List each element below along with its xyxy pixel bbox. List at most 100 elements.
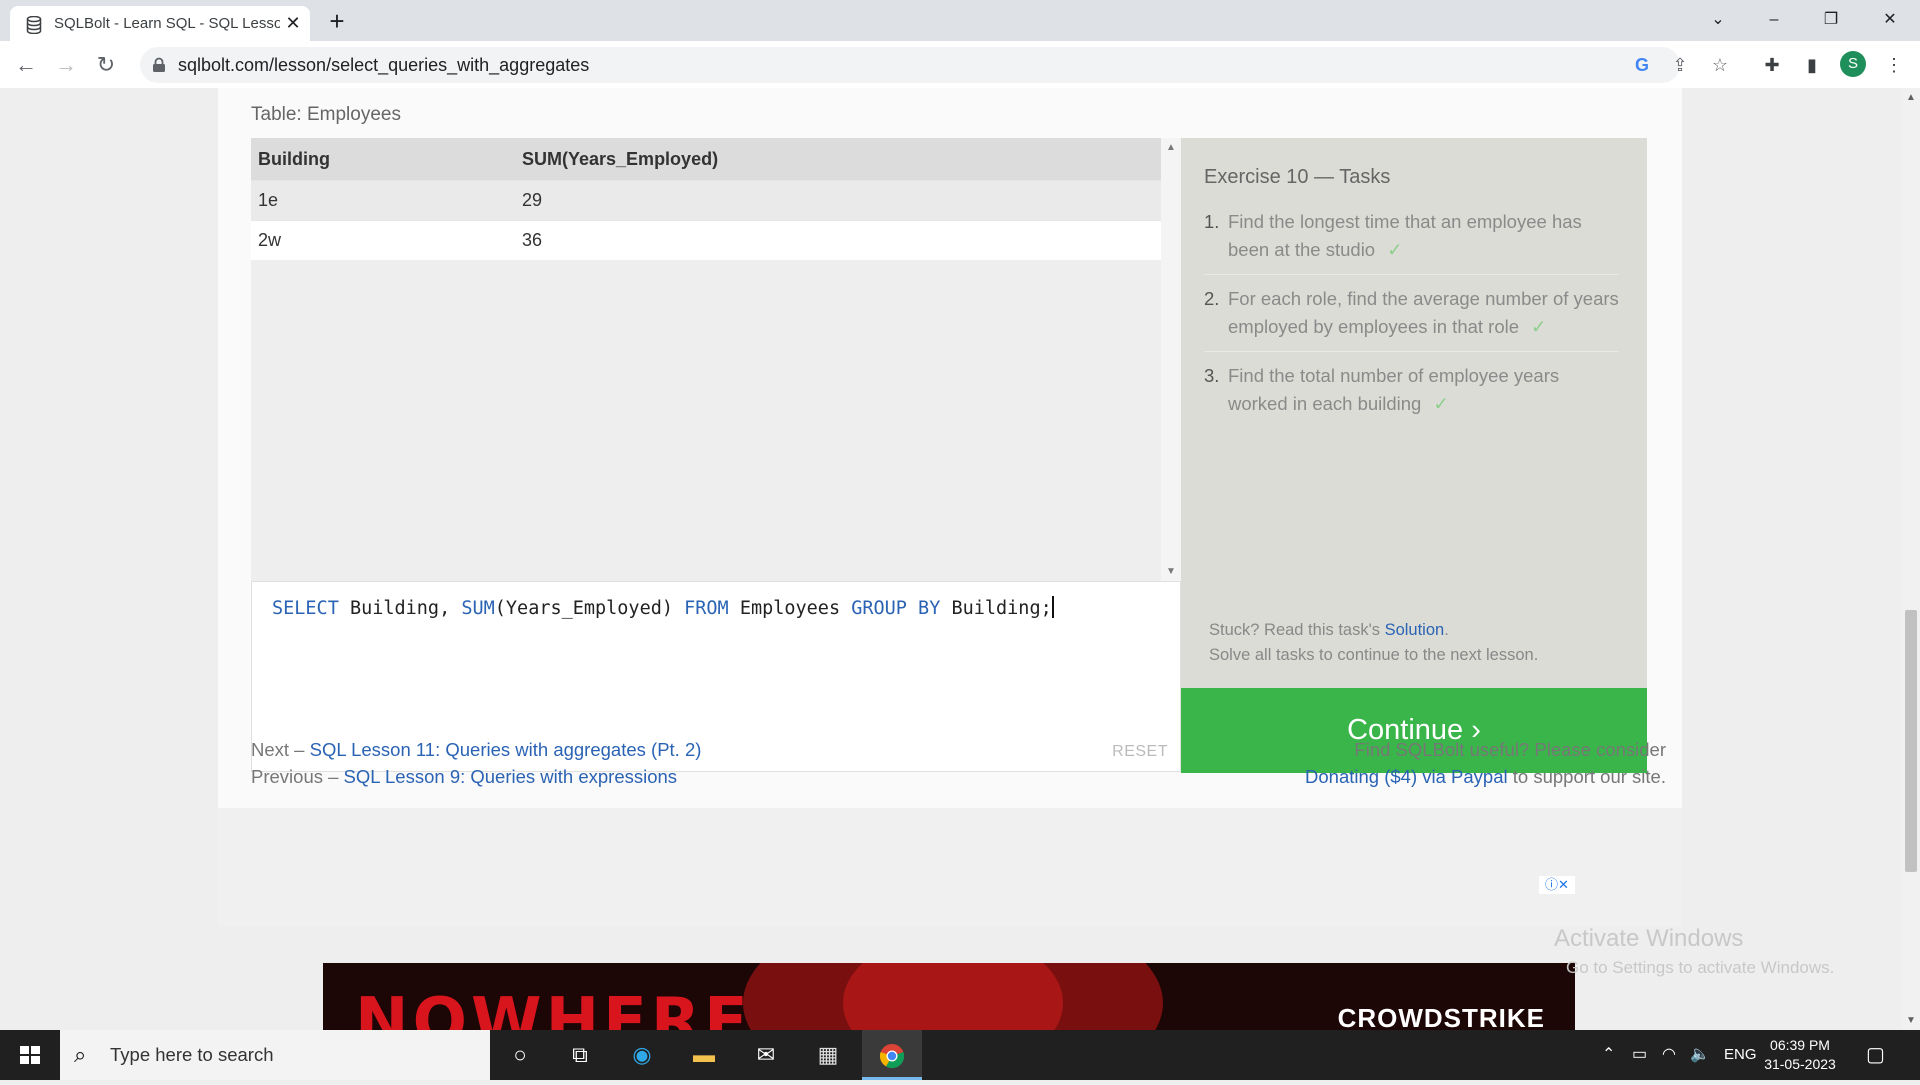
next-prefix: Next – bbox=[251, 739, 305, 760]
restore-button[interactable]: ❐ bbox=[1803, 0, 1859, 41]
ad-choices-close-icon[interactable]: ⓘ✕ bbox=[1539, 876, 1575, 894]
task-number: 1. bbox=[1204, 211, 1220, 232]
task-text: Find the longest time that an employee h… bbox=[1228, 211, 1582, 260]
clock-date: 31-05-2023 bbox=[1764, 1056, 1836, 1072]
close-window-button[interactable]: ✕ bbox=[1862, 0, 1918, 41]
notification-icon[interactable]: ▢ bbox=[1866, 1030, 1885, 1080]
exercise-title: Exercise 10 — Tasks bbox=[1204, 166, 1391, 188]
sql-code: SELECT Building, SUM(Years_Employed) FRO… bbox=[272, 598, 1052, 619]
mail-icon[interactable]: ✉ bbox=[736, 1030, 796, 1080]
address-bar[interactable]: sqlbolt.com/lesson/select_queries_with_a… bbox=[140, 47, 1728, 83]
donate-link[interactable]: Donating ($4) via Paypal bbox=[1305, 766, 1508, 787]
bookmark-star-icon[interactable]: ☆ bbox=[1708, 53, 1732, 77]
volume-icon[interactable]: 🔈 bbox=[1690, 1030, 1710, 1080]
useful-text: Find SQLBolt useful? Please consider bbox=[1354, 739, 1666, 760]
stuck-help-text: Stuck? Read this task's Solution. Solve … bbox=[1209, 618, 1538, 668]
task-item: 3. Find the total number of employee yea… bbox=[1204, 362, 1619, 428]
file-explorer-icon[interactable]: ▬ bbox=[674, 1030, 734, 1080]
taskbar-search[interactable]: ⌕ Type here to search bbox=[60, 1030, 490, 1080]
page-scrollbar-thumb[interactable] bbox=[1905, 610, 1917, 872]
column-header: Building bbox=[251, 138, 515, 181]
menu-kebab-icon[interactable]: ⋮ bbox=[1882, 53, 1906, 77]
previous-prefix: Previous – bbox=[251, 766, 339, 787]
text-caret bbox=[1051, 596, 1054, 618]
lesson-navigation: Next – SQL Lesson 11: Queries with aggre… bbox=[251, 736, 701, 790]
windows-taskbar: ⌕ Type here to search ○ ⧉ ◉ ▬ ✉ ▦ ⌃ ▭ ◠ … bbox=[0, 1030, 1920, 1080]
forward-arrow-icon[interactable]: → bbox=[50, 49, 82, 81]
task-text: Find the total number of employee years … bbox=[1228, 365, 1560, 414]
taskbar-search-placeholder: Type here to search bbox=[110, 1044, 274, 1065]
scroll-down-arrow-icon[interactable]: ▼ bbox=[1161, 566, 1181, 577]
page-scrollbar[interactable]: ▲ ▼ bbox=[1902, 88, 1920, 1030]
solution-link[interactable]: Solution bbox=[1385, 621, 1445, 639]
task-list: 1. Find the longest time that an employe… bbox=[1204, 208, 1619, 438]
extensions-puzzle-icon[interactable]: ✚ bbox=[1760, 53, 1784, 77]
wifi-icon[interactable]: ◠ bbox=[1662, 1030, 1676, 1080]
share-icon[interactable]: ⇪ bbox=[1668, 53, 1692, 77]
url-text: sqlbolt.com/lesson/select_queries_with_a… bbox=[178, 55, 590, 75]
close-tab-icon[interactable]: ✕ bbox=[282, 12, 304, 34]
task-item: 1. Find the longest time that an employe… bbox=[1204, 208, 1619, 275]
table-row: 2w 36 bbox=[251, 220, 1161, 260]
sql-query-text[interactable]: SELECT Building, SUM(Years_Employed) FRO… bbox=[272, 596, 1054, 619]
scroll-up-arrow-icon[interactable]: ▲ bbox=[1161, 142, 1181, 153]
table-caption: Table: Employees bbox=[251, 104, 401, 125]
browser-toolbar: ← → ↻ sqlbolt.com/lesson/select_queries_… bbox=[0, 41, 1920, 89]
reload-icon[interactable]: ↻ bbox=[90, 49, 122, 81]
new-tab-button[interactable]: + bbox=[322, 6, 352, 36]
page-scroll-down-icon[interactable]: ▼ bbox=[1902, 1015, 1920, 1026]
tab-title: SQLBolt - Learn SQL - SQL Lesson bbox=[54, 15, 280, 32]
activate-windows-title: Activate Windows bbox=[1554, 925, 1744, 952]
activate-windows-subtitle: Go to Settings to activate Windows. bbox=[1566, 958, 1835, 977]
results-table: Building SUM(Years_Employed) 1e 29 2w 36 bbox=[251, 138, 1161, 260]
table-cell: 2w bbox=[251, 220, 515, 260]
exercise-tasks-panel: Exercise 10 — Tasks 1. Find the longest … bbox=[1181, 138, 1647, 688]
ad-headline: NOWHERE bbox=[355, 985, 752, 1030]
checkmark-icon: ✓ bbox=[1531, 316, 1547, 337]
advertisement-banner[interactable]: NOWHERE CROWDSTRIKE bbox=[323, 963, 1575, 1030]
tab-search-chevron-icon[interactable]: ⌄ bbox=[1690, 0, 1746, 41]
chrome-icon[interactable] bbox=[862, 1030, 922, 1080]
tab-bar: SQLBolt - Learn SQL - SQL Lesson ✕ + ⌄ –… bbox=[0, 0, 1920, 41]
table-header-row: Building SUM(Years_Employed) bbox=[251, 138, 1161, 181]
results-scrollbar[interactable]: ▲ ▼ bbox=[1161, 138, 1181, 581]
table-cell: 1e bbox=[251, 180, 515, 221]
table-cell: 29 bbox=[515, 180, 1161, 221]
reset-button[interactable]: RESET bbox=[1112, 743, 1168, 761]
table-cell: 36 bbox=[515, 220, 1161, 260]
clock-time: 06:39 PM bbox=[1770, 1037, 1830, 1053]
clock[interactable]: 06:39 PM 31-05-2023 bbox=[1760, 1036, 1840, 1074]
table-row: 1e 29 bbox=[251, 180, 1161, 221]
tray-chevron-icon[interactable]: ⌃ bbox=[1602, 1030, 1615, 1080]
donation-note: Find SQLBolt useful? Please consider Don… bbox=[1305, 736, 1666, 790]
checkmark-icon: ✓ bbox=[1387, 239, 1403, 260]
task-number: 3. bbox=[1204, 365, 1220, 386]
edge-icon[interactable]: ◉ bbox=[612, 1030, 672, 1080]
previous-lesson-link[interactable]: SQL Lesson 9: Queries with expressions bbox=[344, 766, 678, 787]
stuck-prefix: Stuck? Read this task's bbox=[1209, 621, 1380, 639]
task-text: For each role, find the average number o… bbox=[1228, 288, 1619, 337]
ad-background-glow-center bbox=[843, 963, 1063, 1030]
back-arrow-icon[interactable]: ← bbox=[10, 49, 42, 81]
column-header: SUM(Years_Employed) bbox=[515, 138, 1161, 181]
google-icon[interactable]: G bbox=[1630, 53, 1654, 77]
ad-brand: CROWDSTRIKE bbox=[1337, 1003, 1545, 1030]
tab-sqlbolt[interactable]: SQLBolt - Learn SQL - SQL Lesson ✕ bbox=[10, 6, 310, 41]
battery-icon[interactable]: ▭ bbox=[1632, 1030, 1647, 1080]
language-indicator[interactable]: ENG bbox=[1724, 1030, 1757, 1080]
profile-avatar[interactable]: S bbox=[1840, 51, 1866, 77]
search-icon: ⌕ bbox=[74, 1042, 87, 1067]
task-number: 2. bbox=[1204, 288, 1220, 309]
minimize-button[interactable]: – bbox=[1746, 0, 1802, 41]
task-item: 2. For each role, find the average numbe… bbox=[1204, 285, 1619, 352]
solve-all-text: Solve all tasks to continue to the next … bbox=[1209, 646, 1539, 664]
next-lesson-link[interactable]: SQL Lesson 11: Queries with aggregates (… bbox=[310, 739, 702, 760]
task-view-icon[interactable]: ⧉ bbox=[550, 1030, 610, 1080]
store-icon[interactable]: ▦ bbox=[798, 1030, 858, 1080]
cortana-icon[interactable]: ○ bbox=[490, 1030, 550, 1080]
lesson-footer bbox=[218, 808, 1682, 926]
side-panel-icon[interactable]: ▮ bbox=[1800, 53, 1824, 77]
page-scroll-up-icon[interactable]: ▲ bbox=[1902, 92, 1920, 103]
windows-start-icon[interactable] bbox=[0, 1030, 60, 1080]
donate-suffix: to support our site. bbox=[1512, 766, 1666, 787]
